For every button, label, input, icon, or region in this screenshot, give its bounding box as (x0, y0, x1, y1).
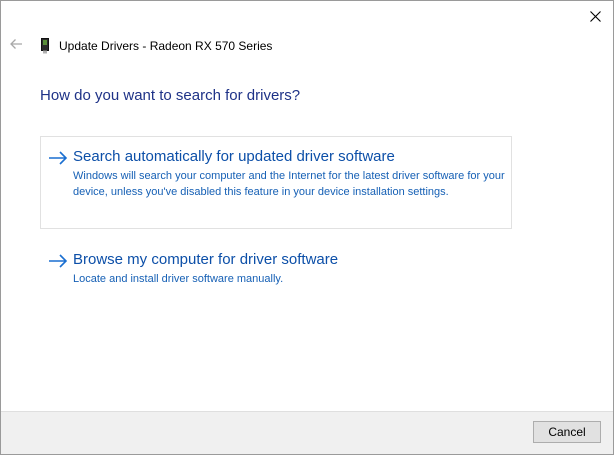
arrow-right-icon (48, 150, 68, 166)
close-icon (589, 10, 601, 22)
option-title: Search automatically for updated driver … (73, 148, 395, 165)
update-drivers-dialog: Update Drivers - Radeon RX 570 Series Ho… (0, 0, 614, 455)
option-description: Locate and install driver software manua… (73, 273, 284, 285)
page-heading: How do you want to search for drivers? (40, 87, 301, 104)
back-button[interactable] (7, 37, 25, 55)
search-automatically-option[interactable]: Search automatically for updated driver … (40, 136, 512, 229)
dialog-header: Update Drivers - Radeon RX 570 Series (39, 37, 272, 55)
arrow-right-icon (48, 253, 68, 269)
option-description: Windows will search your computer and th… (73, 170, 505, 198)
dialog-footer: Cancel (1, 411, 613, 454)
close-button[interactable] (577, 1, 613, 31)
display-adapter-icon (39, 38, 51, 54)
browse-computer-option[interactable]: Browse my computer for driver software L… (40, 241, 512, 296)
cancel-button[interactable]: Cancel (533, 421, 601, 443)
back-arrow-icon (9, 37, 23, 55)
window-title: Update Drivers - Radeon RX 570 Series (59, 39, 273, 53)
option-title: Browse my computer for driver software (73, 251, 339, 268)
